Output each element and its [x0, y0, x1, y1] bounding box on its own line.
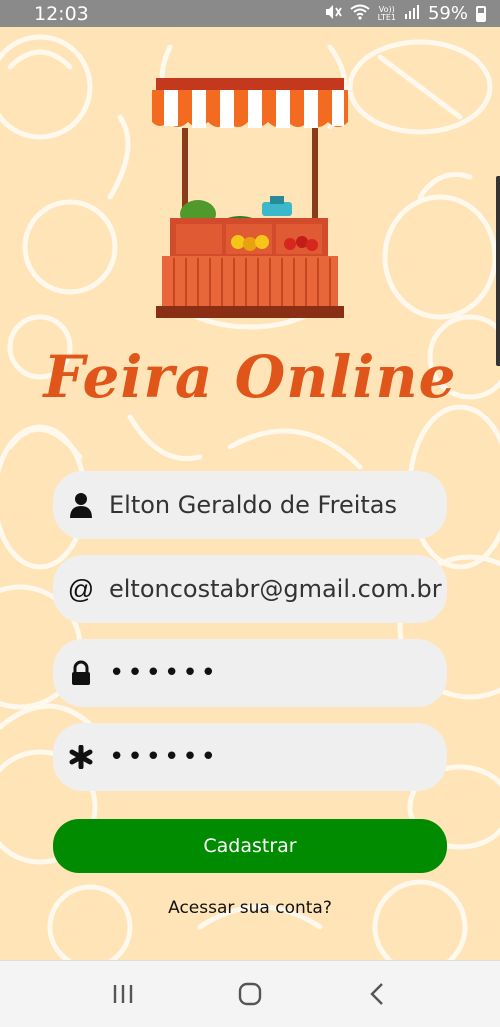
status-time: 12:03 — [34, 2, 89, 25]
name-value[interactable]: Elton Geraldo de Freitas — [109, 491, 397, 519]
email-field[interactable]: @ eltoncostabr@gmail.com.br — [53, 555, 447, 623]
mute-icon — [324, 4, 342, 24]
at-icon: @ — [67, 573, 95, 604]
market-stall-logo — [152, 78, 348, 318]
lock-icon — [53, 660, 109, 686]
wifi-icon — [349, 4, 370, 24]
signal-icon — [404, 4, 420, 24]
recents-icon[interactable] — [93, 974, 153, 1014]
back-icon[interactable] — [347, 974, 407, 1014]
network-lte: LTE1 — [377, 12, 396, 22]
name-field[interactable]: Elton Geraldo de Freitas — [53, 471, 447, 539]
confirm-password-field[interactable]: •••••• — [53, 723, 447, 791]
home-icon[interactable] — [220, 974, 280, 1014]
network-indicator: Vo)) LTE1 — [377, 5, 396, 22]
status-icons: Vo)) LTE1 59% — [324, 3, 486, 24]
password-field[interactable]: •••••• — [53, 639, 447, 707]
password-value[interactable]: •••••• — [109, 658, 219, 688]
asterisk-icon — [53, 745, 109, 769]
email-value[interactable]: eltoncostabr@gmail.com.br — [109, 575, 442, 603]
battery-icon — [476, 5, 486, 22]
edge-panel-handle[interactable] — [496, 176, 500, 366]
login-link[interactable]: Acessar sua conta? — [0, 898, 500, 918]
battery-percent: 59% — [427, 3, 468, 24]
register-button[interactable]: Cadastrar — [53, 819, 447, 873]
navigation-bar — [0, 960, 500, 1027]
app-title: Feira Online — [43, 343, 457, 411]
confirm-password-value[interactable]: •••••• — [109, 742, 219, 772]
status-bar: 12:03 Vo)) LTE1 59% — [0, 0, 500, 27]
person-icon — [53, 492, 109, 518]
